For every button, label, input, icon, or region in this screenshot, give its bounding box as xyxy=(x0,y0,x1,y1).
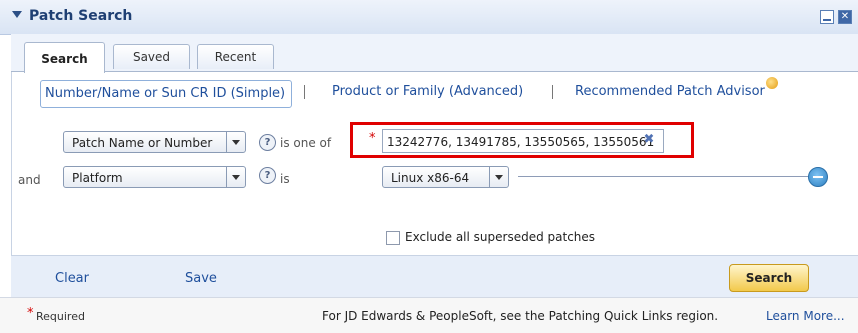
recommended-patch-advisor-link[interactable]: Recommended Patch Advisor xyxy=(575,84,765,99)
row-connector-line xyxy=(518,176,808,177)
separator xyxy=(552,85,553,99)
search-button[interactable]: Search xyxy=(729,264,809,292)
select-value: Linux x86-64 xyxy=(391,171,470,185)
tab-saved[interactable]: Saved xyxy=(113,44,190,69)
remove-row-icon[interactable] xyxy=(808,167,828,187)
tab-recent[interactable]: Recent xyxy=(197,44,274,69)
sun-icon xyxy=(766,77,778,89)
save-button[interactable]: Save xyxy=(185,271,217,286)
chevron-down-icon xyxy=(226,167,245,187)
required-marker: * xyxy=(27,306,34,321)
minimize-icon[interactable] xyxy=(820,10,834,24)
operator-label: is one of xyxy=(280,136,332,150)
field-select-patch-name[interactable]: Patch Name or Number xyxy=(63,131,246,153)
simple-search-mode-link[interactable]: Number/Name or Sun CR ID (Simple) xyxy=(40,80,292,108)
advanced-search-mode-link[interactable]: Product or Family (Advanced) xyxy=(332,84,523,99)
and-connector: and xyxy=(18,173,41,187)
close-icon[interactable]: ✕ xyxy=(838,10,852,24)
help-icon[interactable]: ? xyxy=(259,167,276,184)
footer-note: For JD Edwards & PeopleSoft, see the Pat… xyxy=(322,309,719,323)
exclude-superseded-checkbox[interactable] xyxy=(386,231,400,245)
clear-icon[interactable]: ✖ xyxy=(642,133,656,147)
required-marker: * xyxy=(369,131,376,146)
separator xyxy=(304,85,305,99)
chevron-down-icon xyxy=(489,167,508,187)
learn-more-link[interactable]: Learn More... xyxy=(766,309,845,323)
select-value: Platform xyxy=(72,171,123,185)
exclude-superseded-label: Exclude all superseded patches xyxy=(405,230,596,244)
tab-search[interactable]: Search xyxy=(24,42,105,73)
panel-title: Patch Search xyxy=(29,8,133,24)
clear-button[interactable]: Clear xyxy=(55,271,89,286)
patch-numbers-input[interactable]: 13242776, 13491785, 13550565, 13550561 xyxy=(382,129,664,153)
operator-label: is xyxy=(280,172,290,186)
chevron-down-icon xyxy=(226,132,245,152)
select-value: Patch Name or Number xyxy=(72,136,213,150)
collapse-triangle-icon[interactable] xyxy=(12,11,22,18)
field-select-platform[interactable]: Platform xyxy=(63,166,246,188)
help-icon[interactable]: ? xyxy=(259,134,276,151)
platform-value-select[interactable]: Linux x86-64 xyxy=(382,166,509,188)
required-legend: Required xyxy=(36,310,85,323)
